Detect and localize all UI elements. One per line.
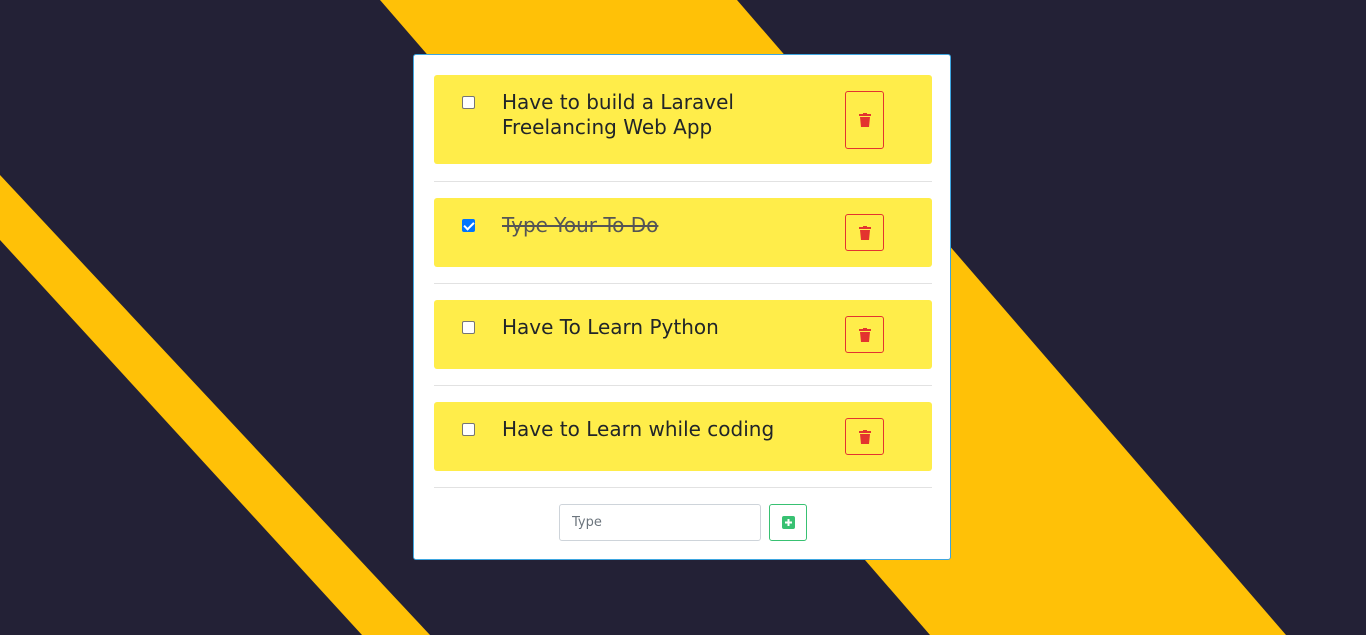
todo-text: Have to Learn while coding: [502, 417, 775, 441]
todo-checkbox[interactable]: [462, 321, 475, 334]
todo-text: Have to build a Laravel Freelancing Web …: [502, 90, 734, 139]
trash-icon: [858, 113, 871, 127]
todo-card: Have to build a Laravel Freelancing Web …: [413, 54, 951, 560]
delete-button[interactable]: [845, 214, 884, 251]
todo-text: Have To Learn Python: [502, 315, 719, 339]
delete-button[interactable]: [845, 91, 884, 149]
divider: [434, 385, 932, 386]
plus-square-icon: [781, 516, 795, 529]
todo-item: Have to build a Laravel Freelancing Web …: [434, 75, 932, 164]
divider: [434, 181, 932, 182]
todo-checkbox[interactable]: [462, 96, 475, 109]
divider: [434, 487, 932, 488]
todo-checkbox[interactable]: [462, 423, 475, 436]
todo-item: Have To Learn Python: [434, 300, 932, 369]
todo-item: Have to Learn while coding: [434, 402, 932, 471]
todo-input[interactable]: [559, 504, 761, 541]
todo-checkbox[interactable]: [462, 219, 475, 232]
delete-button[interactable]: [845, 418, 884, 455]
todo-item: Type Your To Do: [434, 198, 932, 267]
trash-icon: [858, 225, 871, 240]
trash-icon: [858, 327, 871, 342]
todo-text: Type Your To Do: [502, 213, 659, 237]
trash-icon: [858, 429, 871, 444]
add-todo-form: [414, 504, 952, 542]
add-button[interactable]: [769, 504, 807, 541]
delete-button[interactable]: [845, 316, 884, 353]
divider: [434, 283, 932, 284]
